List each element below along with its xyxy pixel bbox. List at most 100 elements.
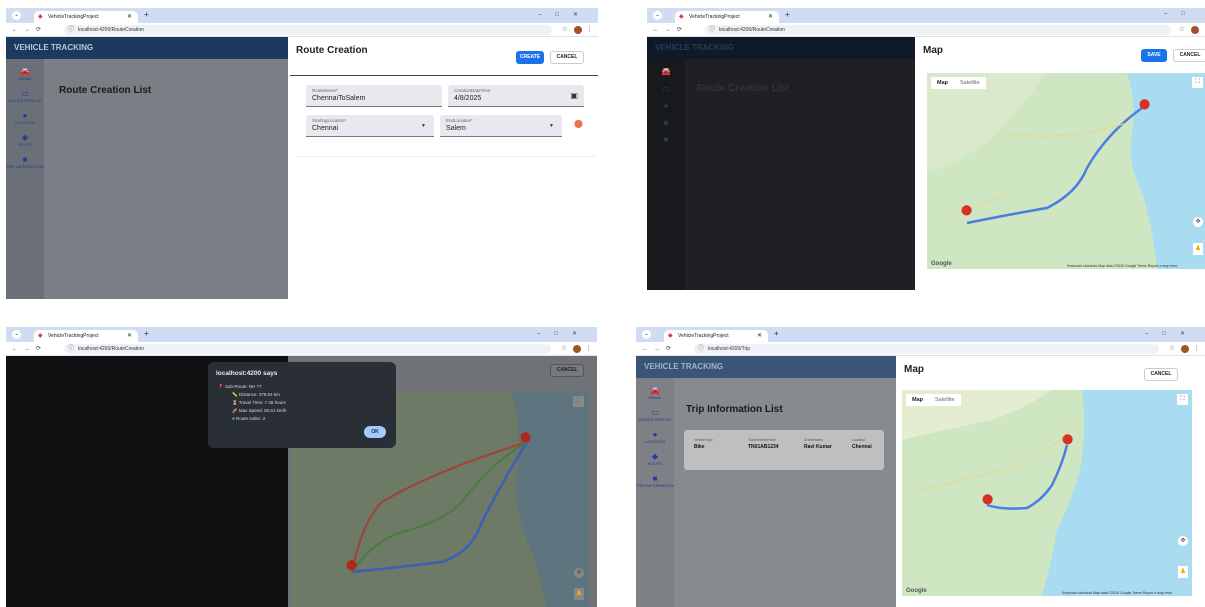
sidebar-item-device-profile[interactable]: ▭ DEVICE PROFILE bbox=[6, 89, 44, 103]
more-menu-icon[interactable]: ⋮ bbox=[1193, 344, 1200, 352]
url-input[interactable]: ⓘ localhost:4200/Trip bbox=[694, 344, 1159, 354]
close-tab-icon[interactable]: ✕ bbox=[127, 330, 132, 342]
url-input[interactable]: ⓘ localhost:4200/RouteCreation bbox=[64, 25, 552, 35]
sidebar: 🚘 ▭ ● ◆ ■ bbox=[647, 59, 685, 290]
sidebar-item-vehicle[interactable]: 🚘 Vehicle bbox=[6, 67, 44, 81]
destination-marker-icon[interactable]: ⬤ bbox=[1139, 99, 1150, 110]
tab-title: VehicleTrackingProject bbox=[48, 14, 99, 20]
window-controls[interactable]: –□✕ bbox=[537, 330, 591, 337]
sidebar-item-device-profile[interactable]: ▭ bbox=[647, 84, 685, 93]
tab-search-icon[interactable]: ⌄ bbox=[12, 330, 21, 339]
window-controls[interactable]: –□✕ bbox=[538, 11, 592, 18]
tab-search-icon[interactable]: ⌄ bbox=[653, 11, 662, 20]
sidebar-item-device-profile[interactable]: ▭ DEVICE PROFILE bbox=[636, 408, 674, 422]
profile-avatar[interactable] bbox=[573, 345, 581, 353]
bookmark-star-icon[interactable]: ☆ bbox=[561, 344, 567, 352]
close-tab-icon[interactable]: ✕ bbox=[768, 11, 773, 23]
close-tab-icon[interactable]: ✕ bbox=[757, 330, 762, 342]
browser-tab[interactable]: ◆ VehicleTrackingProject ✕ bbox=[664, 330, 768, 342]
fullscreen-icon[interactable]: ⛶ bbox=[573, 396, 584, 407]
url-text: localhost:4200/RouteCreation bbox=[78, 27, 144, 33]
map-tab[interactable]: Map bbox=[931, 77, 954, 89]
sidebar-label: TRIP INFORMATION bbox=[636, 483, 674, 488]
pan-control-icon[interactable]: ✥ bbox=[1178, 536, 1188, 546]
origin-marker-icon[interactable]: ⬤ bbox=[982, 494, 993, 505]
map-tab[interactable]: Map bbox=[906, 394, 929, 406]
new-tab-icon[interactable]: + bbox=[144, 329, 149, 338]
sidebar-item-trip-information[interactable]: ■ TRIP INFORMATION bbox=[636, 474, 674, 488]
profile-avatar[interactable] bbox=[574, 26, 582, 34]
more-menu-icon[interactable]: ⋮ bbox=[586, 25, 593, 33]
destination-marker-icon[interactable]: ⬤ bbox=[1062, 434, 1073, 445]
pan-control-icon[interactable]: ✥ bbox=[574, 568, 584, 578]
cancel-button[interactable]: CANCEL bbox=[550, 364, 584, 377]
nav-buttons[interactable]: ←→⟳ bbox=[12, 26, 47, 33]
sidebar-item-route[interactable]: ◆ ROUTE bbox=[6, 133, 44, 147]
sidebar-item-location[interactable]: ● LOCATION bbox=[636, 430, 674, 444]
profile-avatar[interactable] bbox=[1181, 345, 1189, 353]
url-input[interactable]: ⓘ localhost:4200/RouteCreation bbox=[64, 344, 551, 354]
alert-travel-time: ⏳ Travel Time: 7.48 hours bbox=[232, 400, 286, 406]
nav-buttons[interactable]: ←→⟳ bbox=[653, 26, 688, 33]
browser-tab[interactable]: ◆ VehicleTrackingProject ✕ bbox=[34, 11, 138, 23]
site-info-icon[interactable]: ⓘ bbox=[68, 344, 74, 354]
distance-text: Distance: 379.04 km bbox=[238, 392, 280, 397]
profile-avatar[interactable] bbox=[1191, 26, 1199, 34]
sidebar-item-route[interactable]: ◆ bbox=[647, 118, 685, 127]
new-tab-icon[interactable]: + bbox=[785, 10, 790, 19]
browser-tab[interactable]: ◆ VehicleTrackingProject ✕ bbox=[675, 11, 779, 23]
pegman-icon[interactable]: ♟ bbox=[574, 588, 584, 600]
cancel-button[interactable]: CANCEL bbox=[1144, 368, 1178, 381]
url-input[interactable]: ⓘ localhost:4200/RouteCreation bbox=[705, 25, 1171, 35]
sidebar-item-location[interactable]: ● bbox=[647, 101, 685, 110]
satellite-tab[interactable]: Satellite bbox=[929, 394, 961, 406]
destination-marker-icon[interactable]: ⬤ bbox=[520, 432, 531, 443]
cancel-button[interactable]: CANCEL bbox=[1173, 49, 1205, 62]
window-controls[interactable]: –□ bbox=[1164, 11, 1199, 17]
bookmark-star-icon[interactable]: ☆ bbox=[1179, 25, 1185, 33]
pegman-icon[interactable]: ♟ bbox=[1178, 566, 1188, 578]
bookmark-star-icon[interactable]: ☆ bbox=[1169, 344, 1175, 352]
window-controls[interactable]: –□✕ bbox=[1145, 330, 1199, 337]
new-tab-icon[interactable]: + bbox=[144, 10, 149, 19]
nav-buttons[interactable]: ←→⟳ bbox=[12, 345, 47, 352]
pin-icon: 📍 bbox=[218, 384, 224, 389]
sidebar-item-vehicle[interactable]: 🚘 Vehicle bbox=[636, 386, 674, 400]
pegman-icon[interactable]: ♟ bbox=[1193, 243, 1203, 255]
sidebar-item-trip-information[interactable]: ■ TRIP INFORMATION bbox=[6, 155, 44, 169]
sidebar-item-route[interactable]: ◆ ROUTE bbox=[636, 452, 674, 466]
site-info-icon[interactable]: ⓘ bbox=[68, 25, 74, 35]
sidebar-item-trip-information[interactable]: ■ bbox=[647, 135, 685, 144]
site-info-icon[interactable]: ⓘ bbox=[709, 25, 715, 35]
browser-tab[interactable]: ◆ VehicleTrackingProject ✕ bbox=[34, 330, 138, 342]
route-creation-panel: Route Creation CREATE CANCEL RouteName* … bbox=[288, 37, 598, 299]
new-tab-icon[interactable]: + bbox=[774, 329, 779, 338]
tab-search-icon[interactable]: ⌄ bbox=[642, 330, 651, 339]
save-button[interactable]: SAVE bbox=[1141, 49, 1167, 62]
origin-marker-icon[interactable]: ⬤ bbox=[961, 205, 972, 216]
trip-list-title: Trip Information List bbox=[686, 404, 783, 415]
cell-value: Chennai bbox=[852, 444, 872, 450]
origin-marker-icon[interactable]: ⬤ bbox=[346, 560, 357, 571]
bookmark-star-icon[interactable]: ☆ bbox=[562, 25, 568, 33]
close-tab-icon[interactable]: ✕ bbox=[127, 11, 132, 23]
sidebar-item-vehicle[interactable]: 🚘 bbox=[647, 67, 685, 76]
map-type-control[interactable]: Map Satellite bbox=[906, 394, 961, 406]
map-type-control[interactable]: Map Satellite bbox=[931, 77, 986, 89]
cancel-button[interactable]: CANCEL bbox=[550, 51, 584, 64]
satellite-tab[interactable]: Satellite bbox=[954, 77, 986, 89]
tab-search-icon[interactable]: ⌄ bbox=[12, 11, 21, 20]
sidebar-label: Vehicle bbox=[18, 76, 32, 81]
google-map[interactable]: ⬤ ⬤ Map Satellite ⛶ ✥ ♟ Google Keyboard … bbox=[927, 73, 1205, 269]
sidebar-item-location[interactable]: ● LOCATION bbox=[6, 111, 44, 125]
fullscreen-icon[interactable]: ⛶ bbox=[1192, 77, 1203, 88]
ok-button[interactable]: OK bbox=[364, 426, 386, 438]
site-info-icon[interactable]: ⓘ bbox=[698, 344, 704, 354]
nav-buttons[interactable]: ←→⟳ bbox=[642, 345, 677, 352]
pan-control-icon[interactable]: ✥ bbox=[1193, 217, 1203, 227]
fullscreen-icon[interactable]: ⛶ bbox=[1177, 394, 1188, 405]
create-button[interactable]: CREATE bbox=[516, 51, 544, 64]
more-menu-icon[interactable]: ⋮ bbox=[585, 344, 592, 352]
google-map[interactable]: ⬤ ⬤ Map Satellite ⛶ ✥ ♟ Google Keyboard … bbox=[902, 390, 1192, 596]
sidebar-label: DEVICE PROFILE bbox=[638, 417, 672, 422]
